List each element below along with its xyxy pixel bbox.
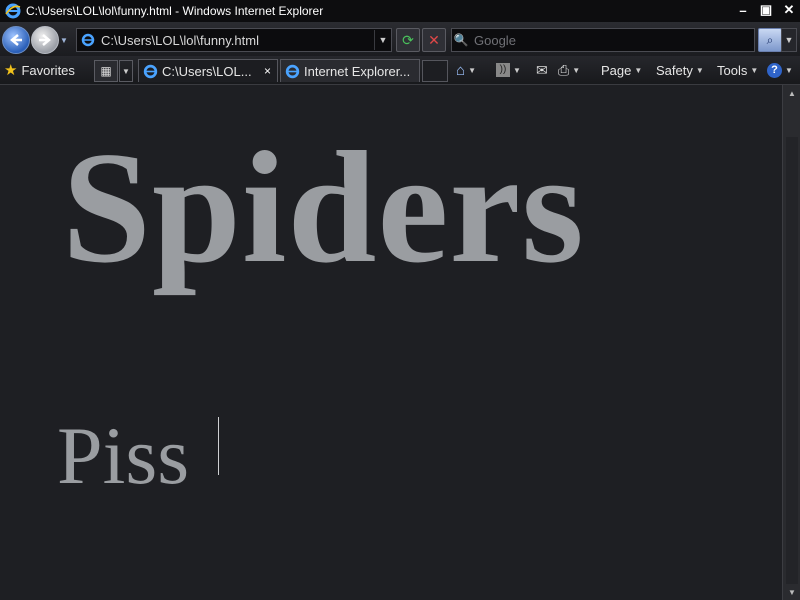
scroll-up-button[interactable]: ▲: [783, 85, 800, 101]
home-icon: ⌂: [456, 61, 466, 79]
tools-menu-label: Tools: [717, 62, 748, 78]
history-dropdown[interactable]: ▼: [60, 36, 68, 45]
scroll-down-button[interactable]: ▼: [783, 584, 800, 600]
page-icon: [81, 33, 95, 47]
help-menu[interactable]: ? ▼: [767, 60, 793, 80]
address-dropdown-button[interactable]: ▼: [374, 30, 391, 50]
search-box[interactable]: 🔍 Google: [451, 28, 755, 52]
page-heading: Spiders: [62, 118, 585, 296]
tab-close-button[interactable]: ×: [264, 64, 271, 78]
restore-button[interactable]: ▣: [755, 0, 777, 20]
search-placeholder: Google: [474, 32, 516, 48]
command-bar: ★ Favorites ▦ ▼ C:\Users\LOL... × Intern…: [0, 56, 800, 85]
tab-label: C:\Users\LOL...: [162, 63, 252, 79]
page-caret-icon: ▼: [634, 65, 643, 75]
back-button[interactable]: [2, 26, 30, 54]
tools-menu[interactable]: Tools ▼: [717, 60, 758, 80]
title-bar: C:\Users\LOL\lol\funny.html - Windows In…: [0, 0, 800, 22]
tab-internet-explorer[interactable]: Internet Explorer...: [280, 59, 420, 82]
quick-tabs-icon: ▦: [100, 64, 112, 78]
tab-label: Internet Explorer...: [304, 63, 411, 79]
quick-tabs-button[interactable]: ▦: [94, 60, 118, 82]
feeds-caret-icon: ▼: [513, 65, 521, 75]
address-bar[interactable]: C:\Users\LOL\lol\funny.html ▼: [76, 28, 392, 52]
search-options-dropdown[interactable]: ▼: [781, 28, 797, 52]
help-icon: ?: [767, 62, 782, 78]
search-button[interactable]: ⌕: [758, 28, 782, 52]
search-provider-icon: 🔍: [453, 33, 469, 47]
forward-button[interactable]: [31, 26, 59, 54]
window-title: C:\Users\LOL\lol\funny.html - Windows In…: [26, 4, 324, 18]
tab-list-dropdown[interactable]: ▼: [119, 60, 133, 82]
print-caret-icon: ▼: [572, 65, 581, 75]
help-caret-icon: ▼: [785, 65, 793, 75]
back-arrow-icon: [10, 34, 22, 46]
navigation-bar: ▼ C:\Users\LOL\lol\funny.html ▼ ⟳ ✕ 🔍 Go…: [0, 22, 800, 56]
mail-icon: ✉: [536, 61, 548, 78]
rss-icon: )): [496, 63, 510, 77]
home-caret-icon: ▼: [468, 65, 476, 75]
forward-arrow-icon: [39, 34, 51, 46]
feeds-button[interactable]: )) ▼: [496, 60, 521, 80]
tab-funny-html[interactable]: C:\Users\LOL... ×: [138, 59, 278, 82]
window-controls: – ▣ ✕: [731, 0, 800, 20]
home-button[interactable]: ⌂ ▼: [456, 60, 476, 80]
text-cursor: [218, 417, 219, 475]
favorites-label: Favorites: [21, 62, 75, 78]
address-url[interactable]: C:\Users\LOL\lol\funny.html: [101, 33, 374, 48]
search-icon: ⌕: [766, 32, 774, 47]
safety-caret-icon: ▼: [695, 65, 704, 75]
refresh-icon: ⟳: [402, 31, 414, 48]
star-icon: ★: [4, 62, 18, 79]
page-menu[interactable]: Page ▼: [601, 60, 642, 80]
stop-button[interactable]: ✕: [422, 28, 446, 52]
new-tab-button[interactable]: [422, 60, 448, 82]
safety-menu[interactable]: Safety ▼: [656, 60, 704, 80]
ie-tab-icon: [285, 64, 300, 78]
vertical-scrollbar[interactable]: ▲ ▼: [782, 85, 800, 600]
ie-tab-icon: [143, 64, 158, 78]
favorites-button[interactable]: ★ Favorites: [4, 60, 75, 80]
minimize-button[interactable]: –: [732, 0, 754, 20]
close-button[interactable]: ✕: [778, 0, 800, 20]
scrollbar-track[interactable]: [786, 137, 798, 584]
page-content: Spiders Piss: [0, 85, 782, 600]
page-subtext: Piss: [57, 410, 190, 501]
stop-icon: ✕: [428, 31, 440, 48]
print-button[interactable]: ⎙ ▼: [558, 60, 580, 80]
ie-logo-icon: [5, 3, 21, 19]
page-menu-label: Page: [601, 62, 632, 78]
safety-menu-label: Safety: [656, 62, 693, 78]
refresh-button[interactable]: ⟳: [396, 28, 420, 52]
print-icon: ⎙: [558, 61, 570, 78]
tools-caret-icon: ▼: [750, 65, 759, 75]
read-mail-button[interactable]: ✉: [536, 60, 548, 80]
